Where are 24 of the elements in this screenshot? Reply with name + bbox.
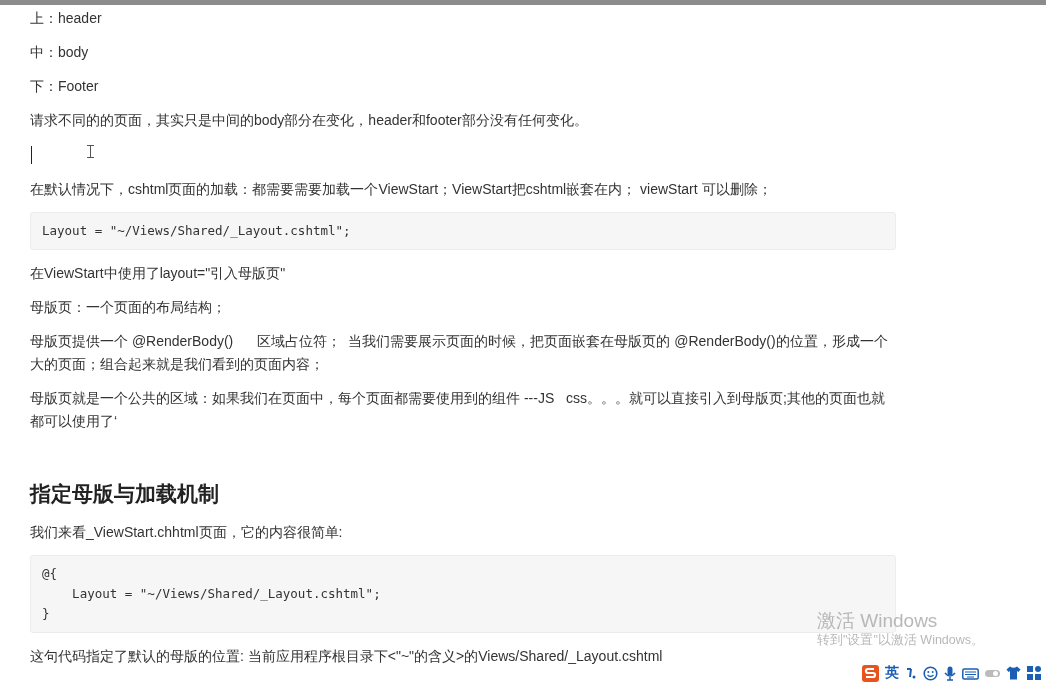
paragraph: 母版页就是一个公共的区域：如果我们在页面中，每个页面都需要使用到的组件 ---JS css。。。就可以直接引入到母版页;其他的页面也就都可以使用了‘ [30, 389, 886, 431]
code-block: Layout = "~/Views/Shared/_Layout.cshtml"; [30, 212, 896, 250]
paragraph: 母版页：一个页面的布局结构； [30, 298, 226, 317]
grid-icon[interactable] [1027, 666, 1041, 680]
activation-subtitle: 转到"设置"以激活 Windows。 [817, 632, 985, 649]
paragraph: 请求不同的的页面，其实只是中间的body部分在变化，header和footer部分没有任何变化。 [30, 111, 588, 130]
text-caret [31, 146, 32, 164]
section-heading: 指定母版与加载机制 [30, 481, 219, 507]
toggle-icon[interactable] [985, 668, 1000, 678]
keyboard-icon[interactable] [962, 666, 979, 680]
paragraph: 在默认情况下，cshtml页面的加载：都需要需要加载一个ViewStart；ViewStart把cshtml嵌套在内； viewStart 可以删除； [30, 180, 772, 199]
paragraph: 这句代码指定了默认的母版的位置: 当前应用程序根目录下<"~"的含义>的Views/Shared/_Layout.cshtml [30, 647, 663, 666]
paragraph: 下：Footer [30, 77, 99, 96]
paragraph: 我们来看_ViewStart.chhtml页面，它的内容很简单: [30, 523, 343, 542]
activation-title: 激活 Windows [817, 610, 939, 632]
text-cursor-icon [87, 145, 94, 158]
input-mode-label[interactable]: 英 [885, 664, 899, 682]
shirt-icon[interactable] [1006, 666, 1021, 680]
microphone-icon[interactable] [944, 665, 956, 681]
paragraph: 在ViewStart中使用了layout="引入母版页" [30, 264, 286, 283]
smiley-icon[interactable] [923, 665, 938, 681]
paragraph: 上：header [30, 9, 102, 28]
paragraph: 母版页提供一个 @RenderBody() 区域占位符； 当我们需要展示页面的时候，把页面嵌套在母版页的 @RenderBody()的位置，形成一个大的页面；组合起来就是我们看到的页面内容； [30, 332, 889, 374]
paragraph: 中：body [30, 43, 89, 62]
